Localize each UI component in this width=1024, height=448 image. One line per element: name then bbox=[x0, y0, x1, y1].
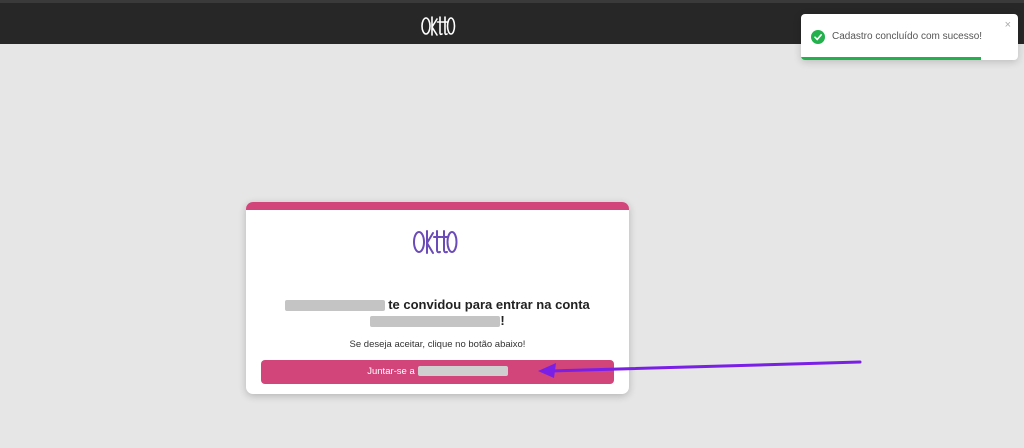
redacted-account-name bbox=[417, 366, 508, 377]
toast-message: Cadastro concluído com sucesso! bbox=[832, 31, 983, 42]
invite-card: te convidou para entrar na conta ! Se de… bbox=[246, 202, 629, 394]
redacted-account-name bbox=[370, 316, 501, 328]
success-check-icon bbox=[811, 30, 825, 44]
join-button-label: Juntar-se a bbox=[367, 366, 415, 377]
success-toast: Cadastro concluído com sucesso! × bbox=[801, 14, 1018, 60]
headline-suffix: ! bbox=[500, 313, 505, 328]
headline-text: te convidou para entrar na conta bbox=[388, 297, 590, 312]
join-account-button[interactable]: Juntar-se a bbox=[261, 360, 614, 384]
invite-headline: te convidou para entrar na conta ! bbox=[246, 297, 629, 329]
okto-logo-icon bbox=[421, 16, 456, 36]
invite-subtitle: Se deseja aceitar, clique no botão abaix… bbox=[349, 339, 526, 350]
okto-logo-icon bbox=[413, 230, 458, 254]
close-icon[interactable]: × bbox=[1005, 20, 1011, 31]
card-accent-bar bbox=[246, 202, 629, 210]
redacted-inviter-name bbox=[285, 300, 386, 312]
toast-progress-bar bbox=[801, 57, 982, 60]
